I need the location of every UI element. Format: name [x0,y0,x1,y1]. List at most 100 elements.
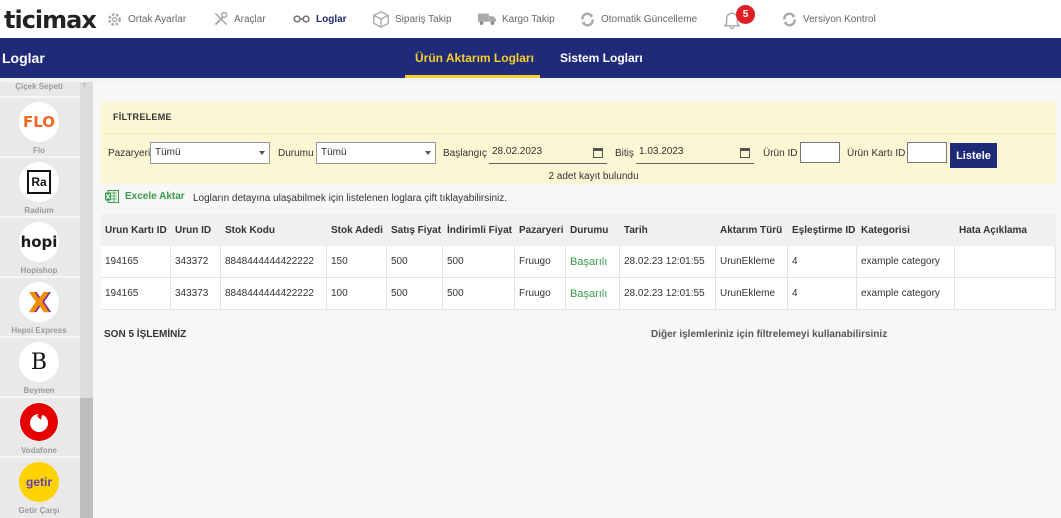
nav-otomatik-guncelleme[interactable]: Otomatik Güncelleme [579,9,697,29]
tab-urun-aktarim-loglari[interactable]: Ürün Aktarım Logları [415,51,534,65]
chevron-down-icon [425,151,431,155]
column-header-aktarim-turu[interactable]: Aktarım Türü [716,214,788,246]
bitis-date-input[interactable]: 1.03.2023 [636,142,754,164]
cell-eslestirme-id: 4 [788,246,857,277]
excel-icon [105,190,119,203]
column-header-satis-fiyat[interactable]: Satış Fiyat [387,214,443,246]
box-icon [373,11,389,28]
bitis-label: Bitiş [615,148,634,159]
beymen-logo: B [19,342,59,382]
cell-aktarim-turu: UrunEkleme [716,278,788,309]
ticimax-logo[interactable]: ticimax [4,6,97,34]
divider [0,96,80,98]
cell-indirimli-fiyat: 500 [443,278,515,309]
hepsi-express-logo: X [19,282,59,322]
cell-urun-karti-id: 194165 [101,278,171,309]
sidebar-item-getir-carsi[interactable]: getir Getir Çarşı [0,462,78,518]
nav-araclar[interactable]: Araçlar [213,9,266,29]
flo-logo: FLO [19,102,59,142]
column-header-urun-id[interactable]: Urun ID [171,214,221,246]
baslangic-date-input[interactable]: 28.02.2023 [489,142,607,164]
cell-eslestirme-id: 4 [788,278,857,309]
durumu-select[interactable]: Tümü [316,142,436,164]
column-header-stok-kodu[interactable]: Stok Kodu [221,214,327,246]
baslangic-date-value: 28.02.2023 [492,146,543,157]
tools-icon [214,11,228,26]
son-5-islem-heading: SON 5 İŞLEMİNİZ [104,329,187,340]
filter-panel: FİLTRELEME Pazaryeri Tümü Durumu Tümü Ba… [101,102,1056,184]
excel-export-button[interactable]: Excele Aktar [105,190,185,203]
page-header: Loglar Ürün Aktarım Logları Sistem Logla… [0,38,1061,78]
column-header-hata-aciklama[interactable]: Hata Açıklama [955,214,1056,246]
cell-urun-id: 343373 [171,278,221,309]
urun-id-input[interactable] [800,142,840,163]
radium-logo: Ra [19,162,59,202]
sidebar-item-hopishop[interactable]: hopi Hopishop [0,222,78,282]
cell-stok-kodu: 8848444444422222 [221,278,327,309]
nav-label: Versiyon Kontrol [803,13,876,25]
sidebar-item-beymen[interactable]: B Beymen [0,342,78,402]
sidebar-item-label: Beymen [23,386,55,395]
column-header-pazaryeri[interactable]: Pazaryeri [515,214,566,246]
table-row[interactable]: 194165 343372 8848444444422222 150 500 500 Fru… [101,246,1056,278]
getir-logo: getir [19,462,59,502]
truck-icon [477,13,497,25]
sidebar-item-label: Çiçek Sepeti [15,82,63,91]
cell-stok-adedi: 100 [327,278,387,309]
nav-versiyon-kontrol[interactable]: Versiyon Kontrol [781,9,876,29]
column-header-eslestirme-id[interactable]: Eşleştirme ID [788,214,857,246]
nav-loglar[interactable]: Loglar [293,9,347,29]
cell-hata-aciklama [955,278,1056,309]
sidebar-item-radium[interactable]: Ra Radium [0,162,78,222]
refresh-icon [783,11,796,27]
calendar-icon[interactable] [593,148,603,158]
cell-pazaryeri: Fruugo [515,246,566,277]
sidebar-item-flo[interactable]: FLO Flo [0,102,78,162]
pazaryeri-select[interactable]: Tümü [150,142,270,164]
sidebar-item-label: Vodafone [21,446,57,455]
column-header-tarih[interactable]: Tarih [620,214,716,246]
column-header-urun-karti-id[interactable]: Urun Kartı ID [101,214,171,246]
urun-karti-id-input[interactable] [907,142,947,163]
excel-export-label: Excele Aktar [125,191,185,202]
pazaryeri-selected-value: Tümü [155,147,181,158]
divider [0,336,80,338]
cell-stok-adedi: 150 [327,246,387,277]
baslangic-label: Başlangıç [443,148,487,159]
divider [101,133,1056,134]
sidebar-item-vodafone[interactable]: Vodafone [0,402,78,462]
listele-button[interactable]: Listele [950,143,997,168]
nav-label: Loglar [316,13,347,25]
sidebar-item-label: Hepsi Express [11,326,67,335]
table-header-row: Urun Kartı ID Urun ID Stok Kodu Stok Adedi S… [101,214,1056,246]
table-row[interactable]: 194165 343373 8848444444422222 100 500 500 Fru… [101,278,1056,310]
cell-tarih: 28.02.23 12:01:55 [620,278,716,309]
nav-label: Ortak Ayarlar [128,13,187,25]
notification-count-badge: 5 [736,5,755,24]
column-header-kategorisi[interactable]: Kategorisi [857,214,955,246]
filter-usage-note: Diğer işlemleriniz için filtrelemeyi kul… [651,329,888,340]
calendar-icon[interactable] [740,148,750,158]
nav-ortak-ayarlar[interactable]: Ortak Ayarlar [106,9,186,29]
cell-kategorisi: example category [857,246,955,277]
bitis-date-value: 1.03.2023 [639,146,684,157]
urun-karti-id-label: Ürün Kartı ID [847,148,906,159]
main-content: FİLTRELEME Pazaryeri Tümü Durumu Tümü Ba… [93,82,1061,518]
column-header-indirimli-fiyat[interactable]: İndirimli Fiyat [443,214,515,246]
cell-indirimli-fiyat: 500 [443,246,515,277]
cell-urun-karti-id: 194165 [101,246,171,277]
sidebar-item-hepsi-express[interactable]: X Hepsi Express [0,282,78,342]
tab-sistem-loglari[interactable]: Sistem Logları [560,51,643,65]
column-header-durumu[interactable]: Durumu [566,214,620,246]
result-count: 2 adet kayıt bulundu [548,171,639,182]
nav-siparis-takip[interactable]: Sipariş Takip [372,9,452,29]
sidebar-scrollbar-thumb[interactable] [80,398,93,518]
gear-icon [108,12,121,26]
cell-satis-fiyat: 500 [387,278,443,309]
column-header-stok-adedi[interactable]: Stok Adedi [327,214,387,246]
cell-durumu: Başarılı [566,278,620,309]
nav-kargo-takip[interactable]: Kargo Takip [477,9,555,29]
page-title: Loglar [2,50,45,66]
nav-label: Kargo Takip [502,13,555,25]
pazaryeri-label: Pazaryeri [108,148,151,159]
